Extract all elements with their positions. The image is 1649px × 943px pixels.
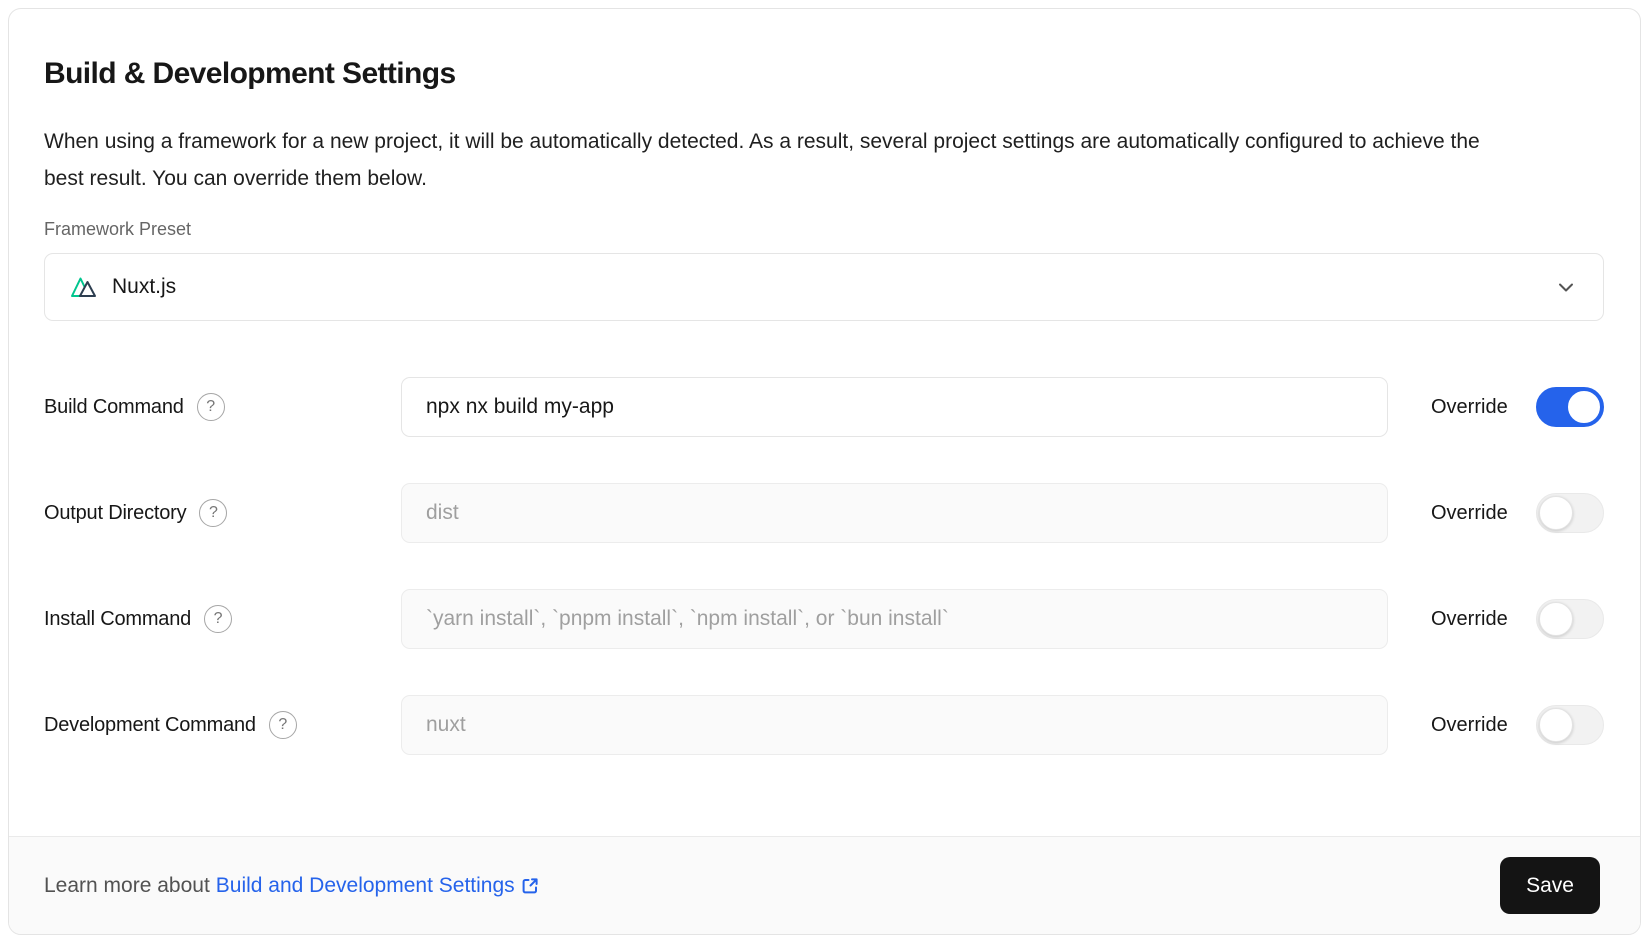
override-label: Override [1431, 396, 1515, 419]
development-command-label: Development Command [44, 714, 256, 737]
learn-more-link-label: Build and Development Settings [216, 874, 515, 898]
toggle-knob [1539, 708, 1573, 742]
learn-more-prefix: Learn more about [44, 874, 210, 898]
page-title: Build & Development Settings [44, 56, 1604, 92]
install-command-label-group: Install Command ? [44, 605, 401, 633]
install-command-row: Install Command ? Override [44, 589, 1604, 649]
development-command-row: Development Command ? Override [44, 695, 1604, 755]
development-command-override-toggle[interactable] [1536, 705, 1604, 745]
development-command-label-group: Development Command ? [44, 711, 401, 739]
card-footer: Learn more about Build and Development S… [9, 836, 1640, 934]
help-circle-icon[interactable]: ? [269, 711, 297, 739]
help-circle-icon[interactable]: ? [204, 605, 232, 633]
help-circle-icon[interactable]: ? [197, 393, 225, 421]
build-command-row: Build Command ? Override [44, 377, 1604, 437]
build-settings-docs-link[interactable]: Build and Development Settings [216, 874, 541, 898]
override-label: Override [1431, 714, 1515, 737]
override-label: Override [1431, 608, 1515, 631]
framework-preset-select[interactable]: Nuxt.js [44, 253, 1604, 321]
output-directory-row: Output Directory ? Override [44, 483, 1604, 543]
install-command-input[interactable] [401, 589, 1388, 649]
nuxtjs-logo-icon [69, 272, 99, 302]
toggle-knob [1539, 602, 1573, 636]
card-content: Build & Development Settings When using … [9, 9, 1640, 836]
build-command-override-toggle[interactable] [1536, 387, 1604, 427]
output-directory-input[interactable] [401, 483, 1388, 543]
output-directory-label: Output Directory [44, 502, 186, 525]
build-command-label-group: Build Command ? [44, 393, 401, 421]
build-command-label: Build Command [44, 396, 184, 419]
save-button[interactable]: Save [1500, 857, 1600, 914]
toggle-knob [1539, 496, 1573, 530]
build-settings-card: Build & Development Settings When using … [8, 8, 1641, 935]
install-command-override-toggle[interactable] [1536, 599, 1604, 639]
chevron-down-icon [1553, 274, 1579, 300]
framework-preset-label: Framework Preset [44, 218, 1604, 240]
override-label: Override [1431, 502, 1515, 525]
toggle-knob [1567, 390, 1601, 424]
install-command-label: Install Command [44, 608, 191, 631]
settings-description: When using a framework for a new project… [44, 123, 1504, 197]
output-directory-label-group: Output Directory ? [44, 499, 401, 527]
output-directory-override-toggle[interactable] [1536, 493, 1604, 533]
help-circle-icon[interactable]: ? [199, 499, 227, 527]
build-command-input[interactable] [401, 377, 1388, 437]
development-command-input[interactable] [401, 695, 1388, 755]
learn-more-text: Learn more about Build and Development S… [44, 874, 541, 898]
framework-selected-value: Nuxt.js [112, 275, 176, 299]
external-link-icon [519, 875, 541, 897]
